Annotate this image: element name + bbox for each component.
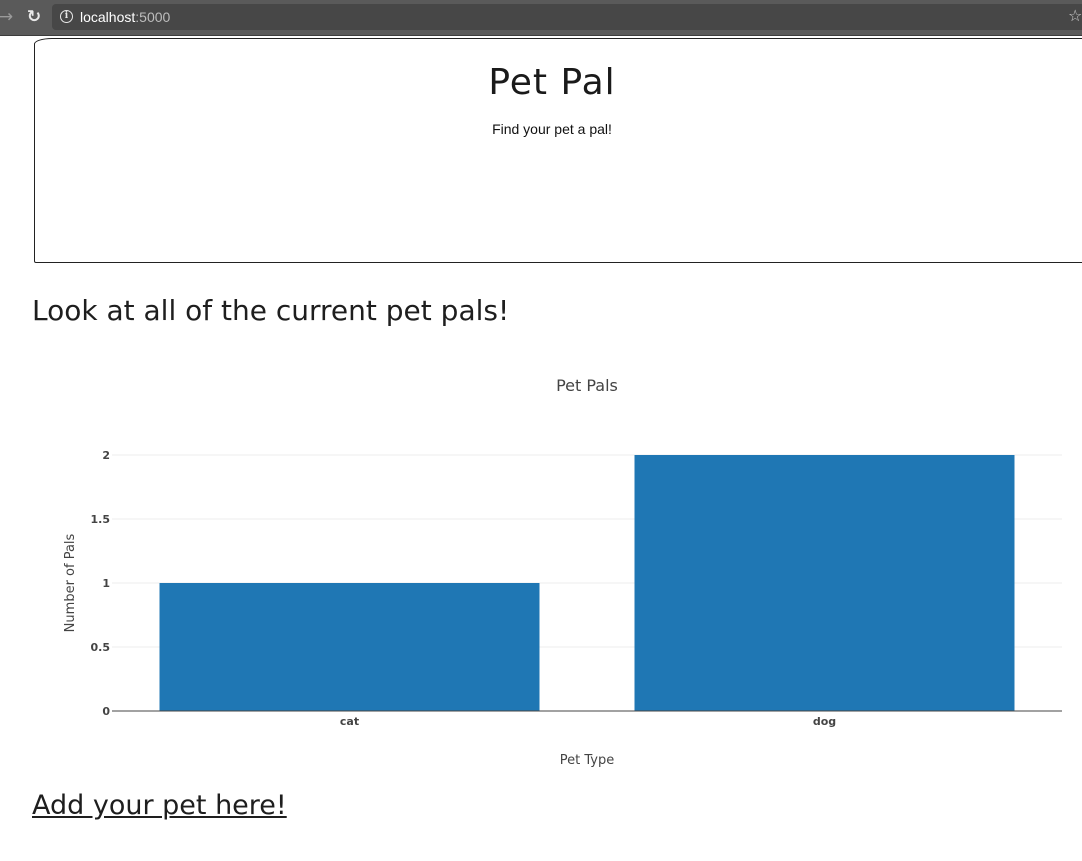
chart-title: Pet Pals (556, 376, 618, 395)
x-tick-label: cat (340, 715, 359, 728)
y-tick-label: 1.5 (91, 513, 111, 526)
y-tick-label: 0.5 (91, 641, 111, 654)
y-axis-title: Number of Pals (63, 533, 78, 632)
x-tick-label: dog (813, 715, 836, 728)
site-title: Pet Pal (488, 62, 616, 103)
y-tick-label: 1 (102, 577, 110, 590)
bar-cat[interactable] (159, 583, 540, 711)
site-tagline: Find your pet a pal! (492, 121, 612, 137)
y-axis-ticks: 0 0.5 1 1.5 2 (91, 449, 111, 718)
x-axis-ticks: cat dog (340, 715, 836, 728)
url-text[interactable]: localhost:5000 (80, 9, 170, 25)
info-icon[interactable]: i (60, 10, 73, 23)
browser-toolbar: → ↻ i localhost:5000 ☆ (0, 0, 1082, 36)
x-axis-title: Pet Type (560, 753, 614, 768)
add-pet-link[interactable]: Add your pet here! (32, 790, 287, 821)
forward-arrow-icon[interactable]: → (0, 7, 16, 27)
address-bar[interactable]: i localhost:5000 (52, 4, 1082, 30)
y-tick-label: 0 (102, 705, 110, 718)
url-host: localhost (80, 9, 136, 25)
bar-chart: Pet Pals 0 0.5 1 1.5 2 cat dog Pet Type Numbe… (63, 376, 1062, 768)
url-port: :5000 (135, 9, 171, 25)
y-tick-label: 2 (102, 449, 110, 462)
star-icon[interactable]: ☆ (1068, 6, 1082, 25)
reload-icon[interactable]: ↻ (24, 7, 44, 27)
bar-dog[interactable] (634, 455, 1015, 711)
section-heading: Look at all of the current pet pals! (32, 294, 510, 327)
